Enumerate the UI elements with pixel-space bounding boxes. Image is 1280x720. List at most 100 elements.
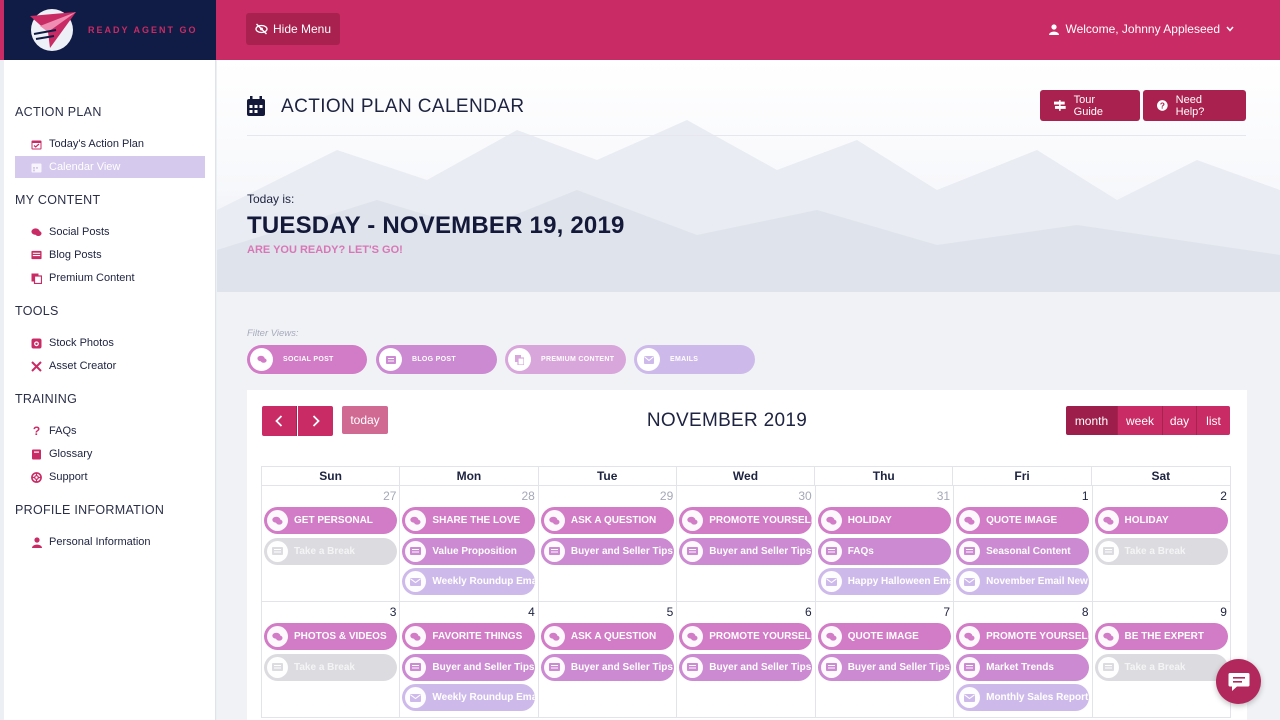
chat-icon <box>1228 672 1249 691</box>
need-help-button[interactable]: ? Need Help? <box>1143 90 1246 121</box>
calendar-event-blog[interactable]: Value Proposition <box>402 537 536 565</box>
today-button[interactable]: today <box>342 406 388 434</box>
calendar-day-cell[interactable]: 2 HOLIDAY Take a Break <box>1092 486 1231 602</box>
calendar-event-break[interactable]: Take a Break <box>264 653 397 681</box>
calendar-day-cell[interactable]: 7 QUOTE IMAGE Buyer and Seller Tips <box>815 602 955 718</box>
calendar-event-social[interactable]: BE THE EXPERT <box>1094 623 1228 650</box>
calendar-day-cell[interactable]: 28 SHARE THE LOVE Value Proposition Weekly … <box>400 486 539 602</box>
day-number[interactable]: 9 <box>1220 605 1227 619</box>
sidebar-item-faqs[interactable]: ? FAQs <box>15 420 205 442</box>
day-number[interactable]: 1 <box>1082 489 1089 503</box>
sidebar-item-blog-posts[interactable]: Blog Posts <box>15 244 205 266</box>
sidebar-item-stock-photos[interactable]: Stock Photos <box>15 332 205 354</box>
calendar-event-email[interactable]: November Email New <box>956 568 1090 595</box>
calendar-day-cell[interactable]: 29 ASK A QUESTION Buyer and Seller Tips <box>538 486 678 602</box>
day-number[interactable]: 29 <box>660 489 673 503</box>
calendar-event-blog[interactable]: Seasonal Content <box>956 537 1090 565</box>
next-month-button[interactable] <box>298 406 333 436</box>
calendar-event-social[interactable]: QUOTE IMAGE <box>817 623 951 650</box>
calendar-event-social[interactable]: QUOTE IMAGE <box>956 507 1090 534</box>
weekday-wed: Wed <box>677 467 816 485</box>
calendar-day-cell[interactable]: 30 PROMOTE YOURSELF Buyer and Seller Tips <box>677 486 816 602</box>
filter-social-post[interactable]: SOCIAL POST <box>247 345 367 374</box>
sidebar-item-todays-action-plan[interactable]: Today's Action Plan <box>15 133 205 155</box>
calendar-event-social[interactable]: PROMOTE YOURSELF <box>679 507 813 534</box>
sidebar-item-support[interactable]: Support <box>15 466 205 488</box>
calendar-event-break[interactable]: Take a Break <box>1094 537 1228 565</box>
calendar-day-cell[interactable]: 9 BE THE EXPERT Take a Break <box>1092 602 1231 718</box>
view-month-button[interactable]: month <box>1066 406 1118 435</box>
calendar-event-social[interactable]: HOLIDAY <box>1094 507 1228 534</box>
calendar-day-cell[interactable]: 4 FAVORITE THINGS Buyer and Seller Tips Wee… <box>400 602 539 718</box>
view-day-button[interactable]: day <box>1163 406 1197 435</box>
view-week-button[interactable]: week <box>1118 406 1163 435</box>
filter-premium-content[interactable]: PREMIUM CONTENT <box>505 345 626 374</box>
calendar-event-blog[interactable]: FAQs <box>817 537 951 565</box>
calendar-event-email[interactable]: Weekly Roundup Ema <box>402 568 536 595</box>
calendar-day-cell[interactable]: 8 PROMOTE YOURSELF Market Trends Monthly Sa… <box>954 602 1093 718</box>
calendar-event-social[interactable]: GET PERSONAL <box>264 507 397 534</box>
event-label: November Email New <box>986 576 1088 587</box>
calendar-event-blog[interactable]: Buyer and Seller Tips <box>402 653 536 681</box>
sidebar-item-social-posts[interactable]: Social Posts <box>15 221 205 243</box>
view-list-button[interactable]: list <box>1197 406 1230 435</box>
filter-emails[interactable]: EMAILS <box>634 345 755 374</box>
day-number[interactable]: 30 <box>798 489 811 503</box>
calendar-event-blog[interactable]: Buyer and Seller Tips <box>540 537 674 565</box>
day-number[interactable]: 8 <box>1082 605 1089 619</box>
calendar-event-email[interactable]: Monthly Sales Report <box>956 684 1090 711</box>
day-number[interactable]: 6 <box>805 605 812 619</box>
divider <box>247 135 1246 136</box>
day-number[interactable]: 7 <box>943 605 950 619</box>
calendar-event-break[interactable]: Take a Break <box>1094 653 1228 681</box>
brand-logo[interactable]: READY AGENT GO <box>4 0 216 60</box>
calendar-event-social[interactable]: PHOTOS & VIDEOS <box>264 623 397 650</box>
calendar-day-cell[interactable]: 6 PROMOTE YOURSELF Buyer and Seller Tips <box>677 602 816 718</box>
prev-month-button[interactable] <box>262 406 297 436</box>
tour-guide-button[interactable]: Tour Guide <box>1040 90 1140 121</box>
sidebar-item-label: Support <box>49 471 88 483</box>
calendar-day-cell[interactable]: 3 PHOTOS & VIDEOS Take a Break <box>262 602 401 718</box>
newspaper-icon <box>405 540 427 562</box>
day-number[interactable]: 31 <box>937 489 950 503</box>
calendar-event-social[interactable]: ASK A QUESTION <box>540 623 674 650</box>
hide-menu-button[interactable]: Hide Menu <box>246 13 341 45</box>
day-number[interactable]: 27 <box>383 489 396 503</box>
calendar-event-blog[interactable]: Buyer and Seller Tips <box>679 653 813 681</box>
calendar-event-email[interactable]: Weekly Roundup Ema <box>402 684 536 711</box>
calendar-event-social[interactable]: ASK A QUESTION <box>540 507 674 534</box>
calendar-event-blog[interactable]: Buyer and Seller Tips <box>679 537 813 565</box>
comments-icon <box>267 626 288 647</box>
filter-blog-post[interactable]: BLOG POST <box>376 345 497 374</box>
chat-button[interactable] <box>1216 659 1261 704</box>
calendar-day-cell[interactable]: 1 QUOTE IMAGE Seasonal Content November Ema… <box>954 486 1093 602</box>
calendar-day-cell[interactable]: 27 GET PERSONAL Take a Break <box>262 486 401 602</box>
calendar-event-social[interactable]: PROMOTE YOURSELF <box>956 623 1090 650</box>
filter-label: PREMIUM CONTENT <box>541 356 615 363</box>
day-number[interactable]: 5 <box>667 605 674 619</box>
calendar-event-social[interactable]: HOLIDAY <box>817 507 951 534</box>
sidebar-item-asset-creator[interactable]: Asset Creator <box>15 355 205 377</box>
user-menu[interactable]: Welcome, Johnny Appleseed <box>1049 22 1234 36</box>
sidebar-item-premium-content[interactable]: Premium Content <box>15 267 205 289</box>
calendar-event-email[interactable]: Happy Halloween Ema <box>817 568 951 595</box>
event-label: PHOTOS & VIDEOS <box>294 631 387 642</box>
day-number[interactable]: 3 <box>390 605 397 619</box>
calendar-event-blog[interactable]: Buyer and Seller Tips <box>817 653 951 681</box>
newspaper-icon <box>31 250 42 261</box>
sidebar-item-personal-information[interactable]: Personal Information <box>15 531 205 553</box>
calendar-event-blog[interactable]: Buyer and Seller Tips <box>540 653 674 681</box>
calendar-event-social[interactable]: SHARE THE LOVE <box>402 507 536 534</box>
day-number[interactable]: 2 <box>1220 489 1227 503</box>
calendar-day-cell[interactable]: 5 ASK A QUESTION Buyer and Seller Tips <box>538 602 678 718</box>
calendar-event-blog[interactable]: Market Trends <box>956 653 1090 681</box>
calendar-event-social[interactable]: PROMOTE YOURSELF <box>679 623 813 650</box>
sidebar-item-label: Blog Posts <box>49 249 102 261</box>
sidebar-item-calendar-view[interactable]: Calendar View <box>15 156 205 178</box>
sidebar-item-glossary[interactable]: Glossary <box>15 443 205 465</box>
calendar-event-break[interactable]: Take a Break <box>264 537 397 565</box>
day-number[interactable]: 4 <box>528 605 535 619</box>
calendar-day-cell[interactable]: 31 HOLIDAY FAQs Happy Halloween Ema <box>815 486 955 602</box>
day-number[interactable]: 28 <box>521 489 534 503</box>
calendar-event-social[interactable]: FAVORITE THINGS <box>402 623 536 650</box>
